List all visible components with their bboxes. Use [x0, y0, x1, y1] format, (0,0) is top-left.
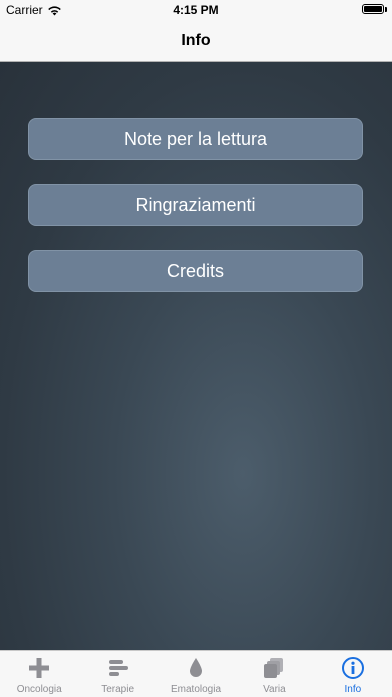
drop-icon	[190, 658, 203, 677]
tab-label: Oncologia	[16, 684, 62, 695]
credits-button[interactable]: Credits	[28, 250, 363, 292]
navigation-bar: Info	[0, 20, 392, 62]
stack-icon	[264, 658, 284, 678]
info-icon	[341, 657, 364, 679]
content-area: Note per la lettura Ringraziamenti Credi…	[0, 62, 392, 650]
tab-label: Terapie	[101, 684, 135, 695]
battery-icon	[362, 4, 384, 14]
status-bar: Carrier 4:15 PM	[0, 0, 392, 20]
tab-info[interactable]: Info	[314, 651, 392, 697]
battery-tip	[385, 7, 387, 12]
plus-icon	[29, 658, 50, 678]
page-title: Info	[181, 32, 211, 49]
tab-bar: Oncologia Terapie Ematologia Varia Info	[0, 650, 392, 697]
reading-notes-button[interactable]: Note per la lettura	[28, 118, 363, 160]
tab-label: Ematologia	[171, 684, 222, 695]
acknowledgements-button[interactable]: Ringraziamenti	[28, 184, 363, 226]
tab-label: Info	[344, 684, 362, 695]
clock: 4:15 PM	[173, 3, 219, 17]
tab-terapie[interactable]: Terapie	[78, 651, 156, 697]
tab-oncologia[interactable]: Oncologia	[0, 651, 78, 697]
tab-ematologia[interactable]: Ematologia	[157, 651, 235, 697]
tab-varia[interactable]: Varia	[235, 651, 313, 697]
bars-icon	[108, 660, 128, 676]
tab-label: Varia	[263, 684, 286, 695]
